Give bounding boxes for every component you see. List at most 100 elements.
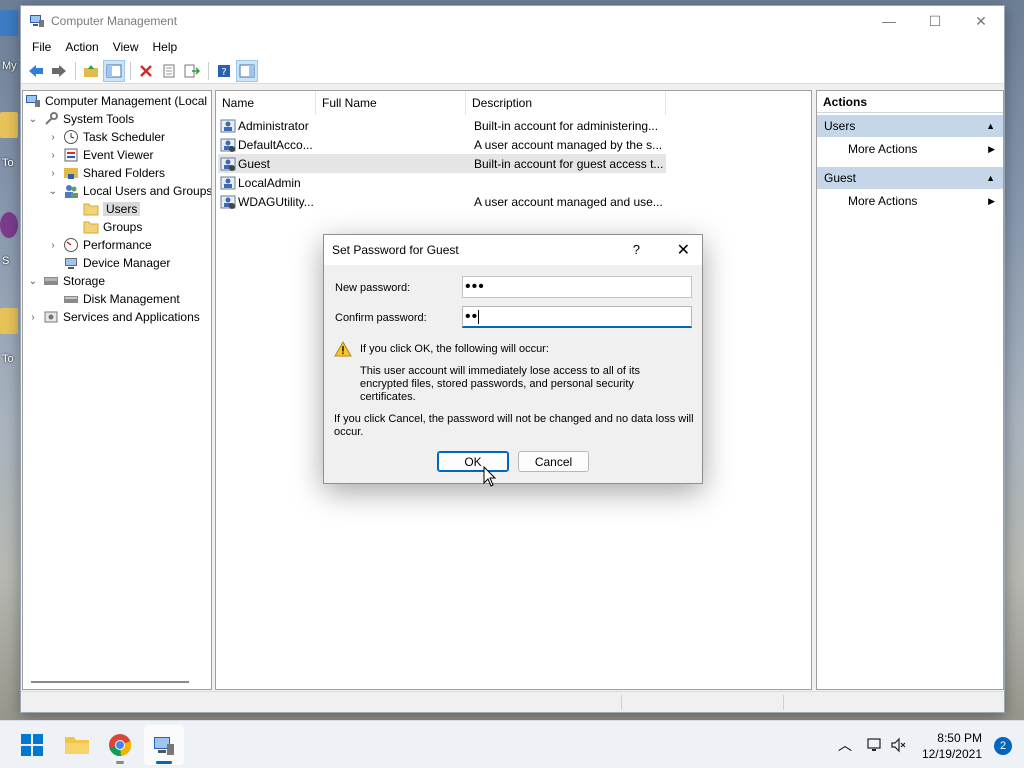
tree-item-disk-management[interactable]: Disk Management [63,290,180,308]
window-title: Computer Management [51,14,178,28]
actions-section-label: Users [824,119,856,133]
computer-management-icon [25,93,41,109]
properties-icon[interactable] [158,60,180,82]
file-explorer-button[interactable] [57,725,97,765]
help-button[interactable]: ? [633,242,640,257]
cancel-button[interactable]: Cancel [518,451,589,472]
horizontal-scrollbar[interactable] [31,681,189,683]
tree-item-task-scheduler[interactable]: › Task Scheduler [47,128,165,146]
maximize-button[interactable]: ☐ [912,6,958,36]
tree-item-label: Device Manager [83,256,171,270]
table-row[interactable]: DefaultAcco... A user account managed by… [218,135,666,154]
table-row[interactable]: LocalAdmin [218,173,666,192]
tree-item-users[interactable]: Users [83,200,141,218]
new-password-field[interactable]: ••• [462,276,692,298]
warning-body: This user account will immediately lose … [360,365,640,403]
ok-button[interactable]: OK [437,451,509,472]
tree-item-shared-folders[interactable]: › Shared Folders [47,164,165,182]
back-icon[interactable] [25,60,47,82]
confirm-password-field[interactable]: •• [462,306,692,328]
dialog-title-bar[interactable]: Set Password for Guest ? ✕ [324,235,702,265]
table-row[interactable]: Administrator Built-in account for admin… [218,116,666,135]
clock-date: 12/19/2021 [921,747,982,761]
help-icon[interactable]: ? [213,60,235,82]
confirm-password-value: •• [465,308,479,325]
notification-badge[interactable]: 2 [994,737,1012,755]
show-hide-action-pane-icon[interactable] [236,59,258,82]
collapse-up-icon[interactable]: ▲ [986,173,995,183]
show-hidden-icons-icon[interactable]: ︿ [838,735,852,755]
desktop-icon[interactable] [0,308,18,334]
column-header-full-name[interactable]: Full Name [316,91,466,115]
chevron-right-icon[interactable]: › [27,312,39,323]
tree-item-groups[interactable]: Groups [83,218,142,236]
device-manager-icon [63,255,79,271]
chevron-right-icon[interactable]: › [47,240,59,251]
system-tray: ︿ [838,721,908,768]
actions-section-guest[interactable]: Guest ▲ [817,167,1003,189]
start-button[interactable] [12,725,52,765]
minimize-button[interactable]: — [866,6,912,36]
column-header-description[interactable]: Description [466,91,666,115]
clock-time: 8:50 PM [937,731,982,745]
chrome-button[interactable] [100,725,140,765]
clock[interactable]: 8:50 PM 12/19/2021 [922,730,982,762]
network-icon[interactable] [866,737,884,753]
menu-view[interactable]: View [106,40,146,54]
tree-item-computer-management[interactable]: Computer Management (Local [25,92,207,110]
table-row[interactable]: WDAGUtility... A user account managed an… [218,192,666,211]
forward-icon[interactable] [48,60,70,82]
tree-item-label: Storage [63,274,106,288]
chevron-down-icon[interactable]: ⌄ [27,276,39,287]
computer-management-taskbar-button[interactable] [144,725,184,765]
tree-item-local-users-and-groups[interactable]: ⌄ Local Users and Groups [47,182,211,200]
table-row[interactable]: Guest Built-in account for guest access … [218,154,666,173]
user-name: Guest [238,156,271,171]
chevron-right-icon[interactable]: › [47,132,59,143]
close-icon[interactable]: ✕ [677,240,690,260]
toolbar: ? [21,58,1004,84]
more-actions-users[interactable]: More Actions ▶ [817,137,1003,161]
menu-file[interactable]: File [25,40,58,54]
tree-item-services-and-applications[interactable]: › Services and Applications [27,308,200,326]
title-bar[interactable]: Computer Management — ☐ ✕ [21,6,1004,36]
desktop-label: My [2,60,17,72]
warning-icon [334,341,352,357]
volume-muted-icon[interactable] [890,737,908,753]
delete-icon[interactable] [135,60,157,82]
desktop-icon[interactable] [0,112,18,138]
more-actions-guest[interactable]: More Actions ▶ [817,189,1003,213]
desktop-icon[interactable] [0,212,18,238]
tree-item-device-manager[interactable]: Device Manager [63,254,170,272]
tree-item-performance[interactable]: › Performance [47,236,152,254]
folder-icon [83,219,99,235]
services-icon [43,309,59,325]
show-hide-tree-icon[interactable] [103,59,125,82]
tree-item-event-viewer[interactable]: › Event Viewer [47,146,153,164]
desktop-icon[interactable] [0,10,18,36]
tree-item-label: Computer Management (Local [45,94,208,108]
close-button[interactable]: ✕ [958,6,1004,36]
export-list-icon[interactable] [181,60,203,82]
chevron-right-icon[interactable]: › [47,168,59,179]
active-indicator [156,761,172,764]
menu-action[interactable]: Action [58,40,105,54]
chevron-down-icon[interactable]: ⌄ [47,186,59,197]
dialog-title: Set Password for Guest [332,243,459,257]
menu-help[interactable]: Help [146,40,185,54]
chevron-down-icon[interactable]: ⌄ [27,114,39,125]
tree-item-system-tools[interactable]: ⌄ System Tools [27,110,134,128]
actions-section-users[interactable]: Users ▲ [817,115,1003,137]
tree-item-label: Services and Applications [63,310,200,324]
collapse-up-icon[interactable]: ▲ [986,121,995,131]
tree-item-label: Shared Folders [83,166,166,180]
up-folder-icon[interactable] [80,60,102,82]
column-header-name[interactable]: Name [216,91,316,115]
tree-item-storage[interactable]: ⌄ Storage [27,272,105,290]
svg-text:?: ? [221,67,226,78]
chevron-right-icon[interactable]: › [47,150,59,161]
user-name: Administrator [238,118,309,133]
taskbar: ︿ 8:50 PM 12/19/2021 2 [0,720,1024,768]
actions-title: Actions [817,91,1003,113]
clock-icon [63,129,79,145]
